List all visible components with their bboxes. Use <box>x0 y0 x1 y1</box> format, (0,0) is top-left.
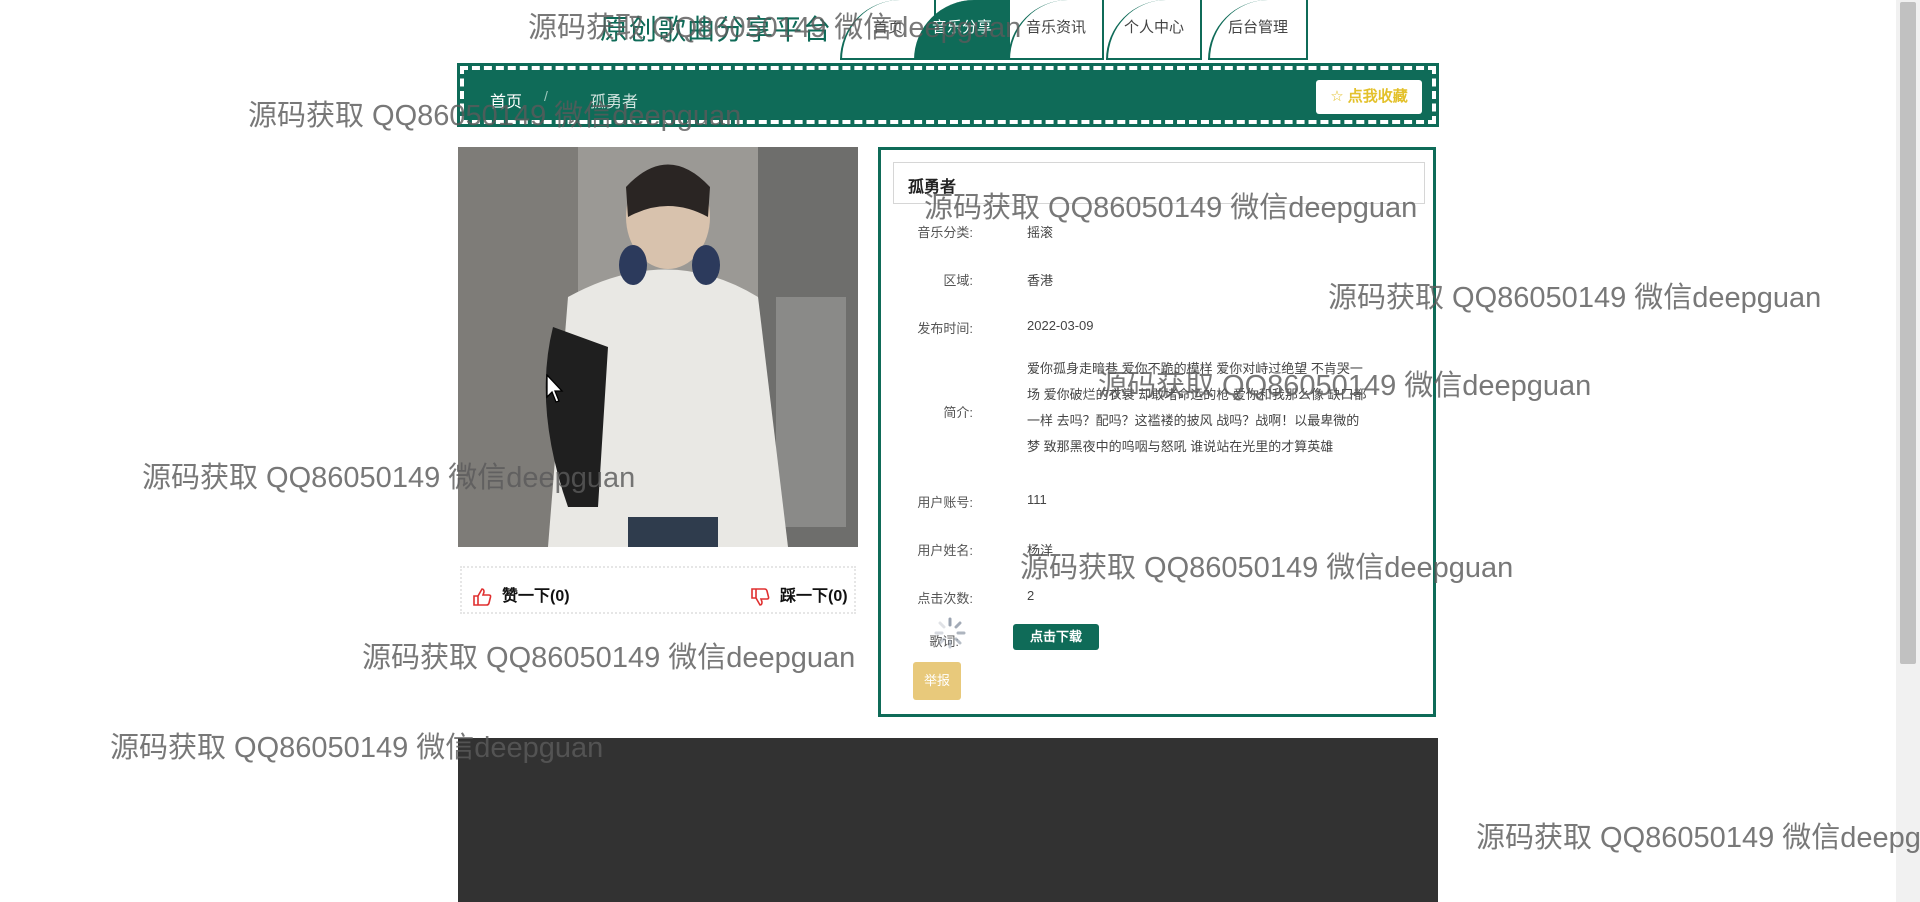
nav-music-news[interactable]: 音乐资讯 <box>1008 0 1104 60</box>
mouse-cursor-icon <box>546 374 564 403</box>
region-value: 香港 <box>1027 273 1054 288</box>
breadcrumb-current: 孤勇者 <box>590 94 639 111</box>
intro-text: 爱你孤身走暗巷 爱你不跪的模样 爱你对峙过绝望 不肯哭一 场 爱你破烂的衣裳 却… <box>1027 356 1387 460</box>
username-label: 用户姓名: <box>917 543 973 558</box>
intro-line: 梦 致那黑夜中的呜咽与怒吼 谁说站在光里的才算英雄 <box>1027 439 1334 454</box>
username-value: 杨洋 <box>1027 543 1054 558</box>
intro-line: 一样 去吗？配吗？这褴褛的披风 战吗？战啊！以最卑微的 <box>1027 413 1360 428</box>
scrollbar-thumb[interactable] <box>1900 2 1916 664</box>
dislike-button[interactable]: 踩一下(0) <box>750 582 848 606</box>
release-value: 2022-03-09 <box>1027 318 1094 333</box>
song-title: 孤勇者 <box>893 162 1425 204</box>
clicks-label: 点击次数: <box>917 591 973 606</box>
nav-admin[interactable]: 后台管理 <box>1208 0 1308 60</box>
watermark-text: 源码获取 QQ86050149 微信deepguan <box>362 642 856 674</box>
breadcrumb-bar: 首页 / 孤勇者 ☆ 点我收藏 <box>457 63 1439 127</box>
like-button[interactable]: 赞一下(0) <box>472 582 570 606</box>
release-label: 发布时间: <box>917 321 973 336</box>
intro-line: 爱你孤身走暗巷 爱你不跪的模样 爱你对峙过绝望 不肯哭一 <box>1027 361 1363 376</box>
thumbs-down-icon <box>751 587 770 606</box>
clicks-value: 2 <box>1027 588 1035 603</box>
breadcrumb-separator: / <box>544 88 548 104</box>
song-cover-image <box>458 147 858 547</box>
favorite-button[interactable]: ☆ 点我收藏 <box>1316 80 1422 114</box>
vote-box: 赞一下(0) 踩一下(0) <box>460 566 856 614</box>
watermark-text: 源码获取 QQ86050149 微信deepguan <box>1476 822 1920 854</box>
nav-personal-center[interactable]: 个人中心 <box>1106 0 1202 60</box>
category-value: 摇滚 <box>1027 225 1054 240</box>
report-button[interactable]: 举报 <box>913 662 961 700</box>
breadcrumb-home-link[interactable]: 首页 <box>490 88 522 112</box>
intro-label: 简介: <box>943 405 973 420</box>
region-label: 区域: <box>943 273 973 288</box>
account-label: 用户账号: <box>917 495 973 510</box>
scrollbar[interactable] <box>1896 0 1920 902</box>
intro-line: 场 爱你破烂的衣裳 却敢堵命运的枪 爱你和我那么像 缺口都 <box>1027 387 1367 402</box>
song-detail-panel: 孤勇者 音乐分类: 摇滚 区域: 香港 发布时间: 2022-03-09 简介:… <box>878 147 1436 717</box>
like-label: 赞一下(0) <box>502 588 570 605</box>
download-button[interactable]: 点击下载 <box>1013 624 1099 650</box>
loading-spinner-icon <box>934 617 966 649</box>
category-label: 音乐分类: <box>917 225 973 240</box>
cover-photo <box>458 147 858 547</box>
account-value: 111 <box>1027 492 1047 507</box>
site-title: 原创歌曲分享平台 <box>600 14 833 45</box>
thumbs-up-icon <box>473 587 492 606</box>
dislike-label: 踩一下(0) <box>780 588 848 605</box>
video-player-area <box>458 738 1438 902</box>
